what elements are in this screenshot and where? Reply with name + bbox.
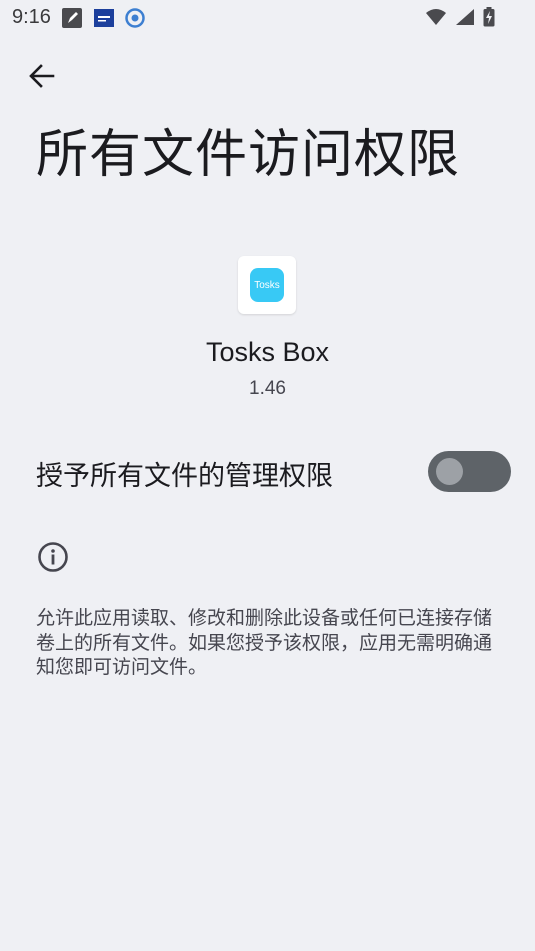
status-left-icons	[61, 7, 145, 33]
info-description: 允许此应用读取、修改和删除此设备或任何已连接存储卷上的所有文件。如果您授予该权限…	[36, 607, 493, 678]
app-icon: Tosks	[238, 256, 296, 314]
status-time: 9:16	[12, 6, 51, 28]
toggle-thumb	[436, 458, 463, 485]
app-icon-badge: Tosks	[250, 268, 284, 302]
permission-label: 授予所有文件的管理权限	[36, 461, 333, 492]
status-bar: 9:16	[0, 0, 535, 36]
edit-note-icon	[61, 7, 83, 33]
permission-row[interactable]: 授予所有文件的管理权限	[0, 436, 535, 508]
status-right-icons	[425, 7, 495, 31]
battery-charging-icon	[483, 7, 495, 31]
back-button[interactable]	[20, 56, 64, 100]
app-version: 1.46	[249, 378, 286, 399]
permission-toggle[interactable]	[428, 451, 511, 492]
info-icon	[37, 541, 69, 573]
page-title: 所有文件访问权限	[36, 125, 461, 185]
cellular-signal-icon	[455, 8, 475, 30]
wifi-icon	[425, 8, 447, 30]
app-notification-icon	[93, 8, 115, 32]
app-name: Tosks Box	[205, 337, 330, 367]
arrow-back-icon	[28, 62, 56, 94]
vpn-shield-icon	[125, 7, 145, 33]
